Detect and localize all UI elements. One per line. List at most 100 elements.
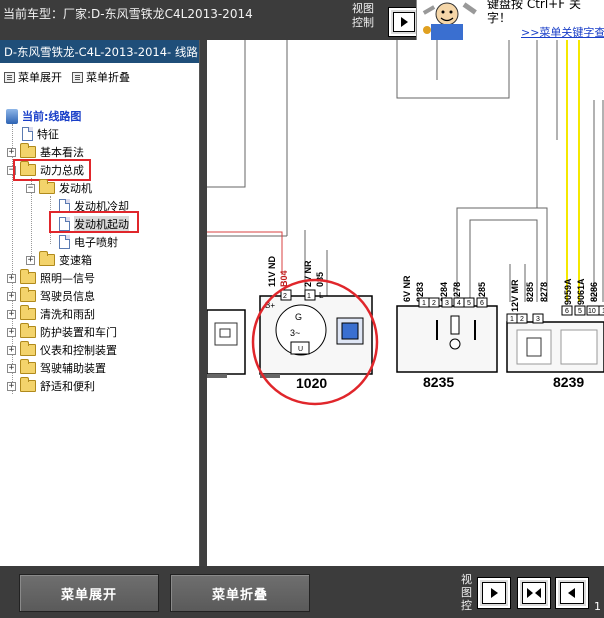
svg-text:5: 5: [578, 308, 582, 315]
svg-text:8239: 8239: [553, 374, 584, 390]
database-icon: [6, 108, 18, 124]
view-next-button[interactable]: [388, 7, 420, 37]
tree-root[interactable]: 当前:线路图: [6, 108, 81, 124]
svg-text:1: 1: [422, 300, 426, 307]
folder-icon: [20, 359, 36, 374]
component-1020-alternator[interactable]: B+ L 2 1 G 3~ U 1020: [259, 289, 373, 391]
expand-plus-icon[interactable]: +: [26, 256, 35, 265]
svg-text:6: 6: [565, 308, 569, 315]
tree-item-gearbox[interactable]: 变速箱: [39, 251, 92, 268]
expand-plus-icon[interactable]: +: [7, 148, 16, 157]
svg-text:8235: 8235: [423, 374, 454, 390]
menu-expand-link[interactable]: 菜单展开: [4, 69, 62, 85]
svg-text:U: U: [298, 346, 303, 353]
svg-text:1: 1: [510, 316, 514, 323]
yellow-wires: [566, 40, 580, 302]
folder-icon: [20, 323, 36, 338]
expand-plus-icon[interactable]: +: [7, 382, 16, 391]
collapse-menu-button[interactable]: 菜单折叠: [170, 574, 310, 612]
current-vehicle-title: 当前车型：厂家:D-东风雪铁龙C4L2013-2014: [3, 7, 253, 21]
folder-icon: [39, 251, 55, 266]
svg-text:3: 3: [445, 300, 449, 307]
wire-label: B04: [279, 270, 289, 287]
folder-icon: [20, 269, 36, 284]
folder-icon: [20, 341, 36, 356]
tree-item-security[interactable]: 防护装置和车门: [20, 323, 117, 340]
document-icon: [22, 127, 33, 141]
expand-plus-icon[interactable]: +: [7, 310, 16, 319]
tree-item-basic[interactable]: 基本看法: [20, 143, 84, 160]
view-fit-button[interactable]: [517, 577, 551, 609]
play-right-icon: [393, 12, 415, 32]
tree-item-driver-info[interactable]: 驾驶员信息: [20, 287, 95, 304]
expand-menu-button[interactable]: 菜单展开: [19, 574, 159, 612]
expand-plus-icon[interactable]: +: [7, 274, 16, 283]
menu-keyword-link[interactable]: >>菜单关键字查: [521, 24, 604, 40]
folder-icon: [20, 287, 36, 302]
fit-width-icon: [522, 582, 546, 604]
tree-item-efi[interactable]: 电子喷射: [59, 234, 118, 250]
svg-text:3~: 3~: [290, 328, 300, 338]
view-control-label: 视图控制: [352, 2, 374, 29]
expand-plus-icon[interactable]: +: [7, 346, 16, 355]
mechanic-cartoon-icon: [422, 2, 477, 40]
page-number: 1: [594, 600, 601, 613]
svg-text:2: 2: [520, 316, 524, 323]
tree-item-driving-aids[interactable]: 驾驶辅助装置: [20, 359, 106, 376]
document-icon: [59, 235, 70, 249]
svg-text:3: 3: [536, 316, 540, 323]
tree-item-lighting[interactable]: 照明—信号: [20, 269, 95, 286]
wiring-diagram-canvas[interactable]: 11V ND B04 2V NR 085 6V NR 8283 8284 827…: [207, 40, 604, 566]
bottom-bar: 菜单展开 菜单折叠: [0, 566, 604, 618]
svg-text:G: G: [295, 312, 302, 322]
tip-text: 键盘按 Ctrl+F 关 字！: [487, 0, 581, 25]
svg-text:1: 1: [307, 293, 311, 300]
wire-label: 2V NR: [303, 260, 313, 287]
expand-icon: [4, 71, 15, 83]
wire-label: 11V ND: [267, 255, 277, 287]
tree-item-instruments[interactable]: 仪表和控制装置: [20, 341, 117, 358]
svg-text:2: 2: [283, 293, 287, 300]
expand-plus-icon[interactable]: +: [7, 292, 16, 301]
folder-icon: [20, 377, 36, 392]
highlight-box: [13, 159, 91, 181]
sidebar: D-东风雪铁龙-C4L-2013-2014- 线路 菜单展开 菜单折叠 当前:线…: [0, 40, 200, 566]
component-8239[interactable]: 1 2 3 6 5 10 1 8239: [506, 305, 604, 390]
sidebar-toolbar: 菜单展开 菜单折叠: [0, 64, 199, 90]
play-right-icon: [482, 582, 506, 604]
tree-item-wash-wipe[interactable]: 清洗和雨刮: [20, 305, 95, 322]
top-bar: 当前车型：厂家:D-东风雪铁龙C4L2013-2014 视图控制 键盘按 Ctr…: [0, 0, 604, 40]
tree-item-comfort[interactable]: 舒适和便利: [20, 377, 95, 394]
svg-text:L: L: [319, 291, 324, 300]
folder-icon: [20, 305, 36, 320]
wire-label: 12V MR: [510, 279, 520, 312]
play-left-icon: [560, 582, 584, 604]
tree-item-features[interactable]: 特征: [22, 126, 59, 142]
wire-label: 9061A: [576, 278, 586, 305]
wire-label: 8286: [589, 282, 599, 302]
wire-label: 8285: [525, 282, 535, 302]
folder-icon: [20, 143, 36, 158]
wire-label: 8278: [539, 282, 549, 302]
svg-text:1020: 1020: [296, 375, 327, 391]
svg-text:4: 4: [457, 300, 461, 307]
collapse-icon: [72, 71, 83, 83]
component-8235[interactable]: 1 2 3 4 5 6 8235: [396, 297, 498, 390]
wiring-diagram: 11V ND B04 2V NR 085 6V NR 8283 8284 827…: [207, 40, 604, 406]
tip-panel: 键盘按 Ctrl+F 关 字！ >>菜单关键字查: [416, 0, 604, 40]
view-forward-button[interactable]: [477, 577, 511, 609]
sidebar-header: D-东风雪铁龙-C4L-2013-2014- 线路: [0, 40, 199, 64]
wire-label: 9059A: [563, 278, 573, 305]
tree-item-engine[interactable]: 发动机: [39, 179, 92, 196]
view-back-button[interactable]: [555, 577, 589, 609]
collapse-minus-icon[interactable]: −: [26, 184, 35, 193]
svg-text:6: 6: [480, 300, 484, 307]
wire-label: 6V NR: [402, 275, 412, 302]
menu-collapse-link[interactable]: 菜单折叠: [72, 69, 130, 85]
folder-open-icon: [39, 179, 55, 194]
svg-text:2: 2: [432, 300, 436, 307]
expand-plus-icon[interactable]: +: [7, 328, 16, 337]
expand-plus-icon[interactable]: +: [7, 364, 16, 373]
component-partial-left: [207, 309, 246, 378]
svg-text:10: 10: [588, 308, 596, 315]
